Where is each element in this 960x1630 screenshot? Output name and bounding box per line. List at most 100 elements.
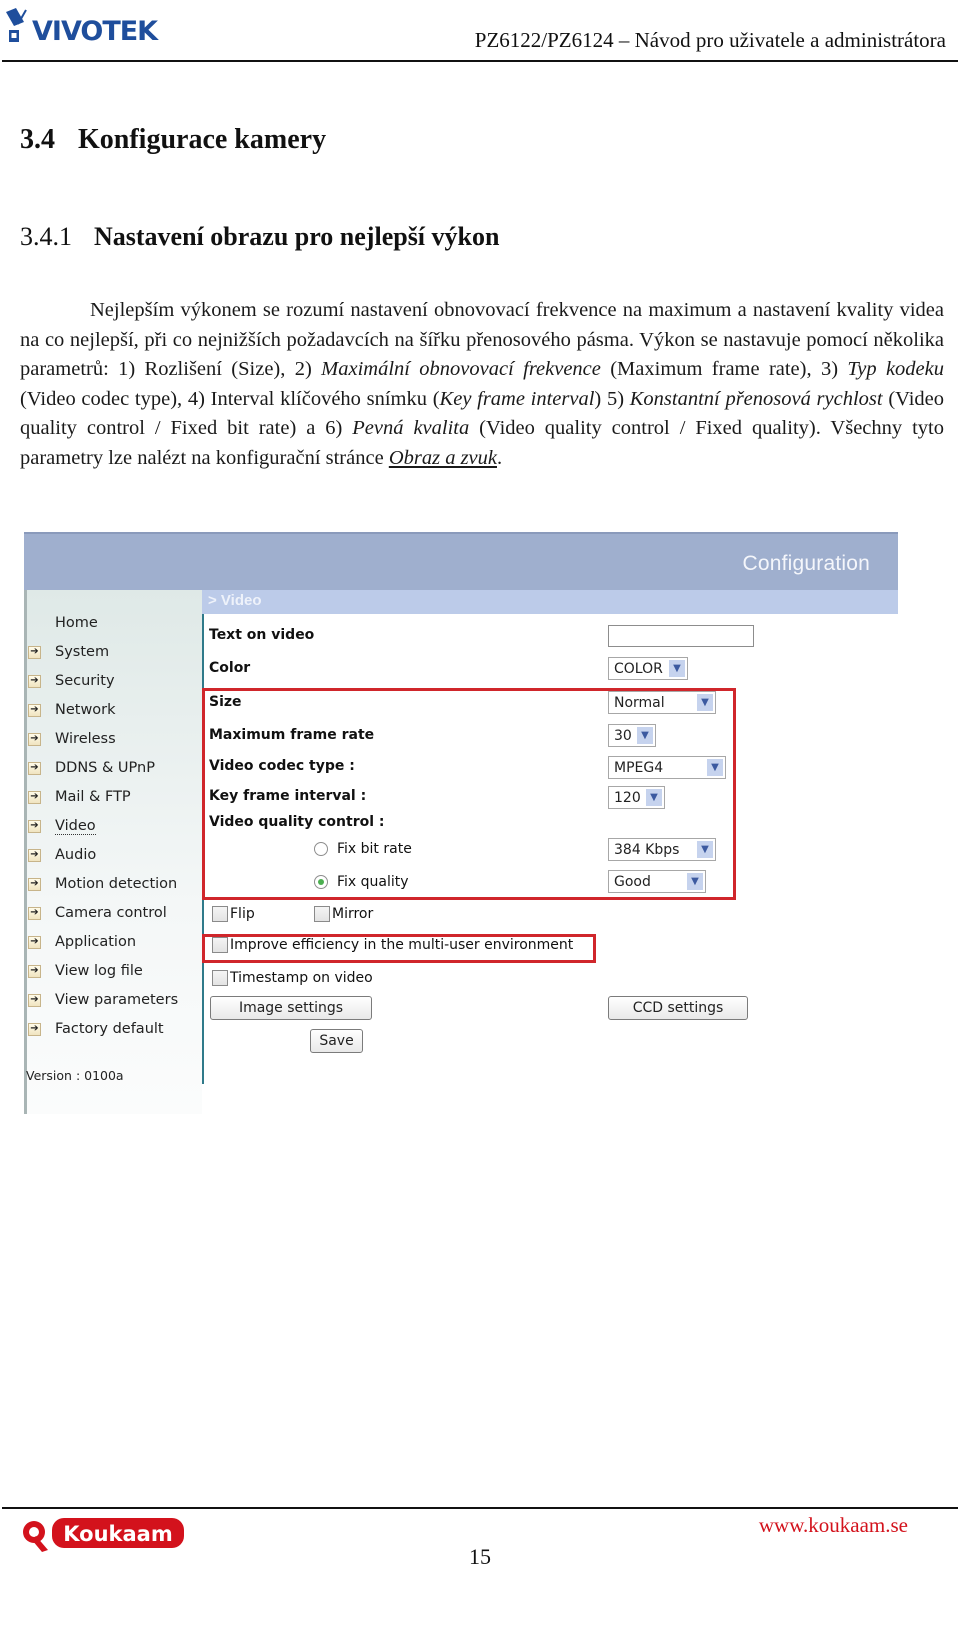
- max-frame-rate-select[interactable]: 30 ▼: [608, 724, 656, 747]
- size-value: Normal: [614, 694, 665, 711]
- fix-bit-rate-radio[interactable]: [314, 842, 328, 856]
- size-select[interactable]: Normal ▼: [608, 691, 716, 714]
- sidebar-item-label: View parameters: [55, 992, 179, 1008]
- footer-divider: [2, 1507, 958, 1509]
- sidebar-divider: [202, 614, 204, 1084]
- footer-website[interactable]: www.koukaam.se: [759, 1513, 908, 1538]
- quality-control-label: Video quality control :: [209, 814, 385, 830]
- arrow-right-icon: ➔: [28, 848, 41, 862]
- max-frame-rate-label: Maximum frame rate: [209, 727, 375, 743]
- chevron-down-icon: ▼: [697, 841, 713, 858]
- sidebar-item-application[interactable]: ➔ Application: [28, 931, 136, 953]
- size-label: Size: [209, 694, 242, 710]
- sidebar-item-mail-ftp[interactable]: ➔ Mail & FTP: [28, 786, 131, 808]
- subsection-title: Nastavení obrazu pro nejlepší výkon: [94, 222, 500, 251]
- mirror-label: Mirror: [332, 906, 374, 922]
- flip-label: Flip: [230, 906, 255, 922]
- sidebar-item-label: Audio: [55, 847, 97, 863]
- firmware-version: Version : 0100a: [26, 1068, 124, 1083]
- flip-option[interactable]: Flip: [212, 906, 255, 922]
- section-number: 3.4: [20, 124, 55, 155]
- quality-select[interactable]: Good ▼: [608, 870, 706, 893]
- italic-term: Konstantní přenosová rychlost: [629, 387, 883, 410]
- sidebar-item-view-parameters[interactable]: ➔ View parameters: [28, 989, 178, 1011]
- color-select[interactable]: COLOR ▼: [608, 657, 688, 680]
- max-frame-rate-value: 30: [614, 727, 632, 744]
- section-heading: 3.4 Konfigurace kamery: [20, 124, 326, 156]
- codec-value: MPEG4: [614, 759, 664, 776]
- text-on-video-label: Text on video: [209, 627, 315, 643]
- svg-text:VIVOTEK: VIVOTEK: [32, 16, 159, 46]
- text-on-video-input[interactable]: [608, 625, 754, 647]
- arrow-right-icon: ➔: [28, 819, 41, 833]
- svg-text:Koukaam: Koukaam: [63, 1522, 172, 1546]
- sidebar-item-factory-default[interactable]: ➔ Factory default: [28, 1018, 164, 1040]
- chevron-down-icon: ▼: [697, 694, 713, 711]
- arrow-right-icon: ➔: [28, 761, 41, 775]
- sidebar-item-label: Factory default: [55, 1021, 164, 1037]
- body-paragraph: Nejlepším výkonem se rozumí nastavení ob…: [20, 296, 944, 474]
- arrow-right-icon: ➔: [28, 964, 41, 978]
- mirror-option[interactable]: Mirror: [314, 906, 373, 922]
- config-page-link[interactable]: Obraz a zvuk: [389, 447, 497, 469]
- config-title: Configuration: [742, 552, 870, 575]
- sidebar-item-ddns-upnp[interactable]: ➔ DDNS & UPnP: [28, 757, 155, 779]
- fix-bit-rate-option[interactable]: Fix bit rate: [314, 841, 412, 857]
- sidebar-item-system[interactable]: ➔ System: [28, 641, 109, 663]
- improve-efficiency-label: Improve efficiency in the multi-user env…: [230, 937, 574, 953]
- bit-rate-value: 384 Kbps: [614, 841, 680, 858]
- codec-select[interactable]: MPEG4 ▼: [608, 756, 726, 779]
- sidebar-item-label: System: [55, 644, 110, 660]
- sidebar-item-label: Video: [55, 817, 96, 835]
- sidebar-item-video[interactable]: ➔ Video: [28, 815, 96, 837]
- italic-term: Pevná kvalita: [352, 417, 470, 440]
- codec-label: Video codec type :: [209, 758, 355, 774]
- arrow-right-icon: ➔: [28, 674, 41, 688]
- sidebar-item-label: View log file: [55, 963, 143, 979]
- sidebar-item-security[interactable]: ➔ Security: [28, 670, 115, 692]
- image-settings-button[interactable]: Image settings: [210, 996, 372, 1020]
- improve-efficiency-checkbox[interactable]: [212, 937, 228, 953]
- sidebar-item-home[interactable]: Home: [55, 612, 98, 634]
- timestamp-checkbox[interactable]: [212, 970, 228, 986]
- color-value: COLOR: [614, 660, 663, 677]
- ccd-settings-button[interactable]: CCD settings: [608, 996, 748, 1020]
- arrow-right-icon: ➔: [28, 703, 41, 717]
- sidebar-item-view-log-file[interactable]: ➔ View log file: [28, 960, 143, 982]
- chevron-down-icon: ▼: [637, 727, 653, 744]
- save-button[interactable]: Save: [310, 1029, 363, 1053]
- key-frame-label: Key frame interval :: [209, 788, 367, 804]
- video-section-bar: > Video: [202, 590, 898, 614]
- arrow-right-icon: ➔: [28, 906, 41, 920]
- key-frame-select[interactable]: 120 ▼: [608, 786, 665, 809]
- sidebar-item-label: Camera control: [55, 905, 167, 921]
- fix-quality-radio[interactable]: [314, 875, 328, 889]
- sidebar-item-label: Application: [55, 934, 137, 950]
- text-run: .: [497, 446, 503, 469]
- subsection-heading: 3.4.1 Nastavení obrazu pro nejlepší výkon: [20, 222, 499, 252]
- sidebar-item-label: Network: [55, 702, 116, 718]
- sidebar-item-network[interactable]: ➔ Network: [28, 699, 116, 721]
- quality-value: Good: [614, 873, 651, 890]
- mirror-checkbox[interactable]: [314, 906, 330, 922]
- sidebar-item-label: DDNS & UPnP: [55, 760, 155, 776]
- bit-rate-select[interactable]: 384 Kbps ▼: [608, 838, 716, 861]
- sidebar-item-audio[interactable]: ➔ Audio: [28, 844, 96, 866]
- sidebar-item-wireless[interactable]: ➔ Wireless: [28, 728, 116, 750]
- header-divider: [2, 60, 958, 62]
- config-screenshot: Configuration > Video Home ➔ System ➔ Securi…: [24, 532, 898, 1114]
- sidebar-item-label: Security: [55, 673, 115, 689]
- improve-efficiency-option[interactable]: Improve efficiency in the multi-user env…: [212, 937, 573, 953]
- fix-quality-option[interactable]: Fix quality: [314, 874, 409, 890]
- flip-checkbox[interactable]: [212, 906, 228, 922]
- sidebar-item-motion-detection[interactable]: ➔ Motion detection: [28, 873, 177, 895]
- text-run: ) 5): [594, 387, 630, 410]
- vivotek-logo: VIVOTEK: [6, 8, 160, 46]
- sidebar-item-camera-control[interactable]: ➔ Camera control: [28, 902, 167, 924]
- sidebar-item-label: Mail & FTP: [55, 789, 131, 805]
- chevron-down-icon: ▼: [669, 660, 685, 677]
- timestamp-option[interactable]: Timestamp on video: [212, 970, 373, 986]
- camera-icon: [6, 8, 27, 42]
- italic-term: Key frame interval: [439, 387, 595, 410]
- key-frame-value: 120: [614, 789, 641, 806]
